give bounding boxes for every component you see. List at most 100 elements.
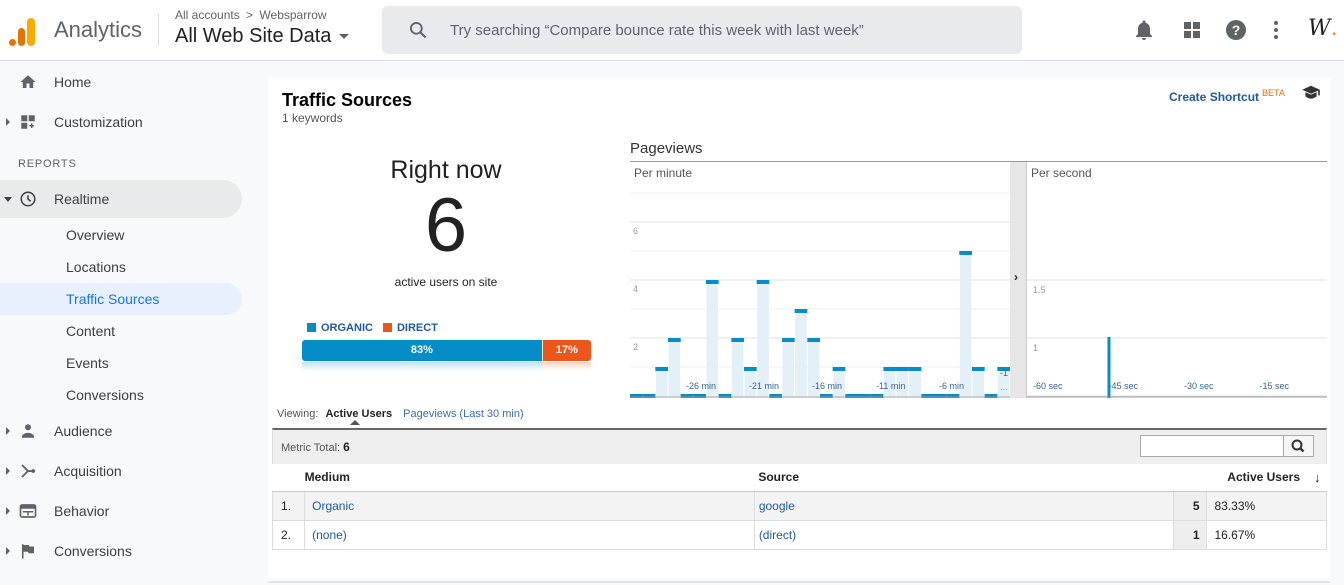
home-icon	[20, 75, 36, 88]
sidebar-label: Conversions	[66, 387, 144, 403]
bar-fill	[795, 309, 807, 396]
bar-top	[655, 367, 668, 371]
web-icon	[19, 504, 37, 518]
tab-label: Active Users	[325, 408, 393, 420]
breadcrumb-property[interactable]: Websparrow	[259, 8, 326, 22]
bar-top	[794, 309, 808, 313]
sidebar-item-behavior[interactable]: Behavior	[0, 492, 242, 530]
expand-arrow-icon[interactable]	[6, 467, 10, 475]
active-users-value: 1	[1173, 519, 1207, 550]
per-second-chart-svg: 0.511.5-60 sec-45 sec-30 sec-15 sec	[1027, 279, 1327, 456]
notifications-icon[interactable]	[1132, 18, 1156, 42]
table-row: 1. Organic google 5 83.33%	[271, 490, 1327, 521]
bar-top	[782, 338, 795, 342]
expand-arrow-icon[interactable]	[6, 427, 10, 435]
sidebar-subitem-conversions[interactable]: Conversions	[0, 379, 242, 411]
active-users-value: 5	[1173, 490, 1207, 521]
avatar-dot: .	[1330, 16, 1338, 41]
apps-grid-icon[interactable]	[1180, 18, 1204, 42]
sidebar-label: Locations	[66, 259, 126, 275]
y-tick-label: 2	[633, 342, 638, 352]
column-header-active-users[interactable]: Active Users ↓	[1173, 464, 1327, 492]
sidebar-item-acquisition[interactable]: Acquisition	[0, 452, 242, 490]
shortcut-label: Create Shortcut	[1169, 90, 1260, 104]
help-icon[interactable]: ?	[1224, 18, 1248, 42]
header-divider	[158, 14, 159, 46]
sidebar-item-customization[interactable]: Customization	[0, 103, 242, 141]
per-second-label: Per second	[1031, 166, 1092, 180]
row-index: 1.	[271, 490, 306, 521]
sidebar-subitem-traffic-sources[interactable]: Traffic Sources	[0, 283, 242, 315]
split-segment-organic[interactable]: 83%	[302, 340, 542, 361]
split-segment-direct[interactable]: 17%	[541, 340, 591, 361]
traffic-table: Metric Total: 6 Medium Source Active Use…	[271, 428, 1327, 550]
legend-swatch	[382, 323, 392, 332]
sort-descending-icon[interactable]: ↓	[1314, 470, 1321, 485]
per-minute-chart: 2 4 6 -26 min -21 min -16 min -11 min -6 min -1.…	[630, 162, 1010, 398]
y-tick-label: 1	[1033, 343, 1038, 353]
metric-total-label: Metric Total:	[281, 442, 341, 454]
chevron-right-icon: ›	[1014, 270, 1018, 284]
dashboard-add-icon	[21, 115, 35, 129]
tab-active-users[interactable]: Active Users	[325, 408, 393, 425]
bar-top	[959, 251, 972, 255]
breadcrumb-account[interactable]: All accounts	[175, 8, 240, 22]
graduation-cap-icon[interactable]	[1301, 85, 1321, 101]
create-shortcut-link[interactable]: Create Shortcut BETA	[1169, 88, 1285, 104]
view-selector[interactable]: All Web Site Data	[175, 25, 350, 48]
page-subtitle: 1 keywords	[282, 111, 343, 125]
metric-total-bar: Metric Total: 6	[272, 428, 1327, 464]
table-search-button[interactable]	[1284, 435, 1314, 457]
sidebar-subitem-locations[interactable]: Locations	[0, 251, 242, 283]
expand-arrow-icon[interactable]	[6, 507, 10, 515]
sidebar-item-audience[interactable]: Audience	[0, 412, 242, 450]
expand-arrow-icon[interactable]	[6, 547, 10, 555]
table-row: 2. (none) (direct) 1 16.67%	[271, 519, 1327, 550]
collapse-arrow-icon[interactable]	[4, 197, 12, 202]
expand-per-second-toggle[interactable]: ›	[1010, 162, 1026, 398]
metric-total: Metric Total: 6	[281, 440, 350, 454]
sidebar-item-home[interactable]: Home	[0, 63, 242, 101]
x-tick-label: -16 min	[812, 381, 842, 391]
metric-total-value: 6	[343, 440, 350, 454]
source-link[interactable]: (direct)	[759, 528, 796, 542]
source-link[interactable]: google	[759, 499, 795, 513]
x-tick-label: -21 min	[749, 381, 779, 391]
active-users-count: 6	[424, 183, 468, 268]
sidebar-item-realtime[interactable]: Realtime	[0, 180, 242, 218]
medium-link[interactable]: (none)	[312, 528, 347, 542]
source-split-bar: 83% 17%	[302, 340, 591, 361]
index-header	[272, 464, 305, 492]
person-icon	[22, 424, 34, 438]
pageviews-title: Pageviews	[630, 140, 703, 157]
column-header-source[interactable]: Source	[754, 464, 1174, 492]
more-vert-icon[interactable]	[1264, 18, 1288, 42]
sidebar-label: Traffic Sources	[66, 291, 160, 307]
account-avatar[interactable]: W.	[1308, 16, 1338, 41]
sidebar-subitem-content[interactable]: Content	[0, 315, 242, 347]
breadcrumb[interactable]: All accounts > Websparrow	[175, 8, 327, 22]
y-tick-label: 6	[633, 226, 638, 236]
tab-pageviews[interactable]: Pageviews (Last 30 min)	[403, 408, 523, 420]
x-tick-label: -60 sec	[1033, 381, 1063, 391]
legend-label: ORGANIC	[321, 322, 373, 334]
header-label: Active Users	[1227, 469, 1300, 484]
sidebar-subitem-overview[interactable]: Overview	[0, 219, 242, 251]
y-tick-label: 1.5	[1033, 285, 1046, 295]
sidebar-item-conversions[interactable]: Conversions	[0, 532, 242, 570]
table-filter-input[interactable]	[1140, 435, 1284, 457]
avatar-letter: W	[1308, 16, 1331, 41]
panel-bottom-rule	[268, 581, 1330, 583]
analytics-logo-icon[interactable]	[9, 16, 37, 46]
per-minute-chart-svg: 2 4 6 -26 min -21 min -16 min -11 min -6 min -1.…	[630, 192, 1010, 398]
bar-fill	[972, 367, 985, 396]
reflection-segment	[302, 362, 542, 371]
split-bar-reflection	[302, 362, 591, 371]
medium-link[interactable]: Organic	[312, 499, 354, 513]
search-bar[interactable]: Try searching “Compare bounce rate this …	[382, 6, 1022, 54]
viewing-toggle: Viewing: Active Users Pageviews (Last 30…	[277, 408, 524, 425]
bar-fill	[757, 280, 769, 396]
column-header-medium[interactable]: Medium	[304, 464, 755, 492]
expand-arrow-icon[interactable]	[6, 118, 10, 126]
sidebar-subitem-events[interactable]: Events	[0, 347, 242, 379]
